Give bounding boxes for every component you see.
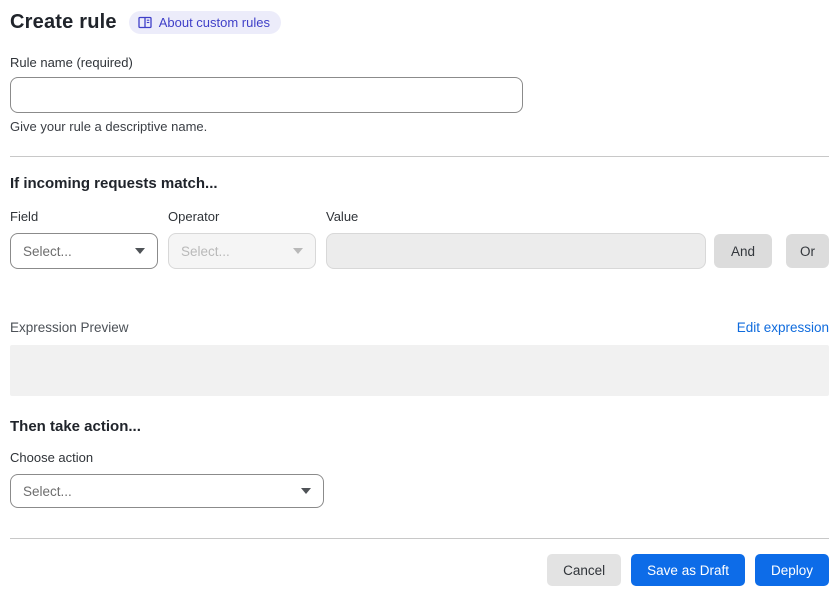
page-header: Create rule About custom rules (10, 11, 829, 34)
match-section-heading: If incoming requests match... (10, 175, 218, 192)
section-divider (10, 156, 829, 157)
action-section-heading: Then take action... (10, 418, 141, 435)
footer-buttons: Cancel Save as Draft Deploy (10, 554, 829, 586)
page-title: Create rule (10, 11, 117, 33)
deploy-button[interactable]: Deploy (754, 554, 829, 586)
operator-select[interactable]: Select... (168, 233, 316, 269)
operator-column: Operator Select... (168, 209, 316, 269)
cancel-button[interactable]: Cancel (547, 554, 622, 586)
expression-preview-header: Expression Preview Edit expression (10, 320, 829, 335)
chevron-down-icon (301, 488, 311, 494)
footer: Cancel Save as Draft Deploy (10, 538, 829, 586)
edit-expression-link[interactable]: Edit expression (737, 320, 829, 335)
rule-name-input[interactable] (10, 77, 523, 113)
operator-label: Operator (168, 209, 220, 224)
rule-name-helper: Give your rule a descriptive name. (10, 119, 208, 134)
book-icon (138, 16, 152, 29)
chevron-down-icon (135, 248, 145, 254)
choose-action-select[interactable]: Select... (10, 474, 324, 508)
rule-name-label: Rule name (required) (10, 55, 133, 70)
about-custom-rules-badge[interactable]: About custom rules (128, 11, 281, 34)
about-badge-label: About custom rules (158, 15, 270, 30)
field-column: Field Select... (10, 209, 158, 269)
or-button[interactable]: Or (786, 234, 829, 268)
matcher-row: Field Select... Operator Select... Value… (10, 209, 829, 269)
value-label: Value (326, 209, 359, 224)
choose-action-value: Select... (23, 483, 72, 499)
field-select[interactable]: Select... (10, 233, 158, 269)
chevron-down-icon (293, 248, 303, 254)
field-label: Field (10, 209, 39, 224)
operator-select-value: Select... (181, 243, 230, 259)
and-button[interactable]: And (713, 234, 772, 268)
create-rule-page: Create rule About custom rules Rule name… (0, 0, 839, 586)
expression-preview-label: Expression Preview (10, 320, 129, 335)
choose-action-label: Choose action (10, 450, 94, 465)
save-as-draft-button[interactable]: Save as Draft (631, 554, 745, 586)
field-select-value: Select... (23, 243, 72, 259)
value-column: Value (326, 209, 706, 269)
expression-preview-box (10, 345, 829, 396)
value-input[interactable] (326, 233, 706, 269)
